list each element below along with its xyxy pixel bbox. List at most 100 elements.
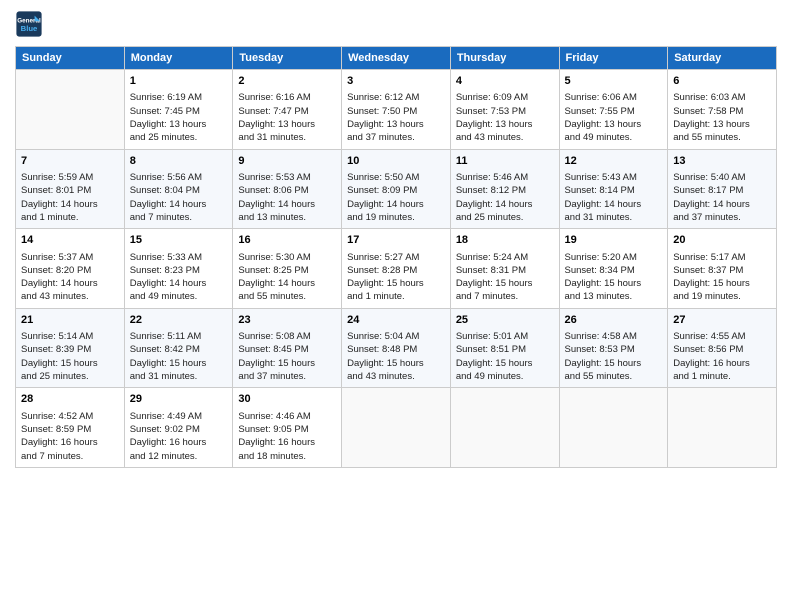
calendar-header: SundayMondayTuesdayWednesdayThursdayFrid…	[16, 47, 777, 70]
cell-line: Daylight: 16 hours	[238, 436, 336, 449]
cell-line: and 19 minutes.	[673, 290, 771, 303]
cell-line: Sunset: 8:48 PM	[347, 343, 445, 356]
cell-line: Sunset: 8:39 PM	[21, 343, 119, 356]
cell-line: and 13 minutes.	[238, 211, 336, 224]
cell-line: and 31 minutes.	[130, 370, 228, 383]
cell-line: Daylight: 14 hours	[21, 198, 119, 211]
cell-line: Sunrise: 6:19 AM	[130, 91, 228, 104]
cell-line: Sunset: 7:58 PM	[673, 105, 771, 118]
calendar-cell: 13Sunrise: 5:40 AMSunset: 8:17 PMDayligh…	[668, 149, 777, 229]
day-number: 9	[238, 154, 336, 169]
cell-line: Sunset: 8:12 PM	[456, 184, 554, 197]
cell-line: Sunrise: 5:01 AM	[456, 330, 554, 343]
cell-line: Daylight: 13 hours	[456, 118, 554, 131]
cell-line: Sunset: 8:06 PM	[238, 184, 336, 197]
calendar-cell	[450, 388, 559, 468]
cell-line: and 43 minutes.	[456, 131, 554, 144]
calendar-cell: 7Sunrise: 5:59 AMSunset: 8:01 PMDaylight…	[16, 149, 125, 229]
day-number: 26	[565, 313, 663, 328]
cell-line: Sunset: 9:02 PM	[130, 423, 228, 436]
cell-line: and 49 minutes.	[456, 370, 554, 383]
day-number: 2	[238, 74, 336, 89]
day-number: 28	[21, 392, 119, 407]
cell-line: Sunrise: 5:33 AM	[130, 251, 228, 264]
day-number: 11	[456, 154, 554, 169]
cell-line: and 37 minutes.	[347, 131, 445, 144]
cell-line: Daylight: 13 hours	[238, 118, 336, 131]
cell-line: Daylight: 15 hours	[456, 277, 554, 290]
header: General Blue	[15, 10, 777, 38]
calendar-cell: 29Sunrise: 4:49 AMSunset: 9:02 PMDayligh…	[124, 388, 233, 468]
cell-line: Daylight: 15 hours	[456, 357, 554, 370]
cell-line: Sunrise: 5:24 AM	[456, 251, 554, 264]
cell-line: and 7 minutes.	[456, 290, 554, 303]
cell-line: and 31 minutes.	[238, 131, 336, 144]
cell-line: and 7 minutes.	[21, 450, 119, 463]
calendar-cell: 1Sunrise: 6:19 AMSunset: 7:45 PMDaylight…	[124, 70, 233, 150]
cell-line: Sunrise: 5:08 AM	[238, 330, 336, 343]
cell-line: Daylight: 13 hours	[347, 118, 445, 131]
cell-line: and 1 minute.	[673, 370, 771, 383]
cell-line: and 49 minutes.	[130, 290, 228, 303]
calendar-cell: 4Sunrise: 6:09 AMSunset: 7:53 PMDaylight…	[450, 70, 559, 150]
cell-line: Daylight: 13 hours	[565, 118, 663, 131]
day-number: 1	[130, 74, 228, 89]
cell-line: and 37 minutes.	[673, 211, 771, 224]
cell-line: Sunset: 8:37 PM	[673, 264, 771, 277]
cell-line: Daylight: 14 hours	[565, 198, 663, 211]
cell-line: and 55 minutes.	[238, 290, 336, 303]
cell-line: Sunrise: 5:46 AM	[456, 171, 554, 184]
calendar-cell: 6Sunrise: 6:03 AMSunset: 7:58 PMDaylight…	[668, 70, 777, 150]
cell-line: Sunset: 8:20 PM	[21, 264, 119, 277]
cell-line: Sunrise: 5:59 AM	[21, 171, 119, 184]
cell-line: Daylight: 16 hours	[21, 436, 119, 449]
header-wednesday: Wednesday	[342, 47, 451, 70]
cell-line: Sunrise: 5:30 AM	[238, 251, 336, 264]
calendar-cell	[668, 388, 777, 468]
cell-line: Sunset: 8:23 PM	[130, 264, 228, 277]
day-number: 13	[673, 154, 771, 169]
cell-line: Sunrise: 6:03 AM	[673, 91, 771, 104]
week-row-3: 14Sunrise: 5:37 AMSunset: 8:20 PMDayligh…	[16, 229, 777, 309]
cell-line: Sunrise: 5:40 AM	[673, 171, 771, 184]
cell-line: Sunset: 8:25 PM	[238, 264, 336, 277]
header-monday: Monday	[124, 47, 233, 70]
calendar-cell: 18 Sunrise: 5:24 AMSunset: 8:31 PMDayligh…	[450, 229, 559, 309]
cell-line: Daylight: 15 hours	[347, 277, 445, 290]
calendar-cell: 22Sunrise: 5:11 AMSunset: 8:42 PMDayligh…	[124, 308, 233, 388]
cell-line: Daylight: 15 hours	[673, 277, 771, 290]
day-number: 20	[673, 233, 771, 248]
cell-line: Sunrise: 5:43 AM	[565, 171, 663, 184]
cell-line: Daylight: 16 hours	[673, 357, 771, 370]
day-number: 18	[456, 233, 554, 248]
logo-icon: General Blue	[15, 10, 43, 38]
cell-line: Daylight: 13 hours	[673, 118, 771, 131]
cell-line: Sunset: 8:14 PM	[565, 184, 663, 197]
cell-line: Daylight: 14 hours	[130, 198, 228, 211]
cell-line: and 1 minute.	[347, 290, 445, 303]
cell-line: Sunset: 8:04 PM	[130, 184, 228, 197]
day-number: 17	[347, 233, 445, 248]
cell-line: Sunset: 7:47 PM	[238, 105, 336, 118]
cell-line: Sunrise: 5:14 AM	[21, 330, 119, 343]
calendar-table: SundayMondayTuesdayWednesdayThursdayFrid…	[15, 46, 777, 468]
cell-line: Sunset: 7:50 PM	[347, 105, 445, 118]
day-number: 8	[130, 154, 228, 169]
week-row-4: 21Sunrise: 5:14 AMSunset: 8:39 PMDayligh…	[16, 308, 777, 388]
cell-line: Daylight: 15 hours	[565, 277, 663, 290]
cell-line: Daylight: 13 hours	[130, 118, 228, 131]
cell-line: Sunrise: 5:11 AM	[130, 330, 228, 343]
cell-line: Sunrise: 4:55 AM	[673, 330, 771, 343]
logo: General Blue	[15, 10, 43, 38]
day-number: 27	[673, 313, 771, 328]
cell-line: Sunset: 8:31 PM	[456, 264, 554, 277]
day-number: 24	[347, 313, 445, 328]
calendar-cell: 11 Sunrise: 5:46 AMSunset: 8:12 PMDayligh…	[450, 149, 559, 229]
cell-line: Sunrise: 5:27 AM	[347, 251, 445, 264]
cell-line: Daylight: 14 hours	[456, 198, 554, 211]
calendar-cell: 20Sunrise: 5:17 AMSunset: 8:37 PMDayligh…	[668, 229, 777, 309]
week-row-2: 7Sunrise: 5:59 AMSunset: 8:01 PMDaylight…	[16, 149, 777, 229]
day-number: 21	[21, 313, 119, 328]
cell-line: Daylight: 15 hours	[21, 357, 119, 370]
cell-line: Sunset: 8:34 PM	[565, 264, 663, 277]
